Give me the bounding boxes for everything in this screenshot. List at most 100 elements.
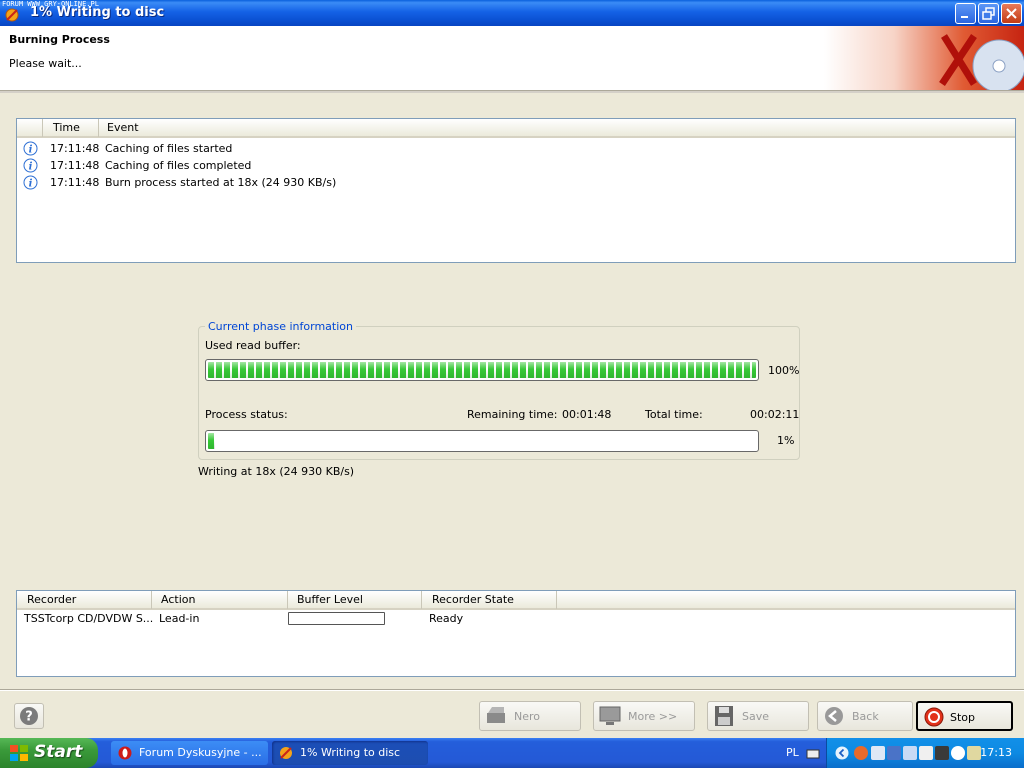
windows-logo-icon <box>10 745 28 761</box>
back-button[interactable]: Back <box>817 701 913 731</box>
nero-app-icon[interactable] <box>4 7 20 23</box>
info-icon: i <box>23 175 38 190</box>
list-item[interactable]: i 17:11:48 Caching of files started <box>17 140 1015 157</box>
start-label: Start <box>34 742 83 762</box>
close-icon <box>1006 8 1017 19</box>
restore-button[interactable] <box>978 3 999 24</box>
event-time: 17:11:48 <box>50 159 100 172</box>
help-button[interactable]: ? <box>14 703 44 729</box>
tray-app-icon[interactable] <box>854 746 868 760</box>
column-recorder-state[interactable]: Recorder State <box>426 591 557 609</box>
stop-button-label: Stop <box>950 711 976 724</box>
tray-info-icon[interactable] <box>951 746 965 760</box>
process-percent: 1% <box>777 434 795 447</box>
list-item[interactable]: i 17:11:48 Burn process started at 18x (… <box>17 174 1015 191</box>
window-title: 1% Writing to disc <box>30 5 165 20</box>
column-action[interactable]: Action <box>155 591 288 609</box>
help-icon: ? <box>20 707 38 725</box>
nero-button[interactable]: Nero <box>479 701 581 731</box>
start-button[interactable]: Start <box>0 738 98 768</box>
system-tray: 17:13 <box>826 738 1024 768</box>
total-time-value: 00:02:11 <box>750 408 800 421</box>
title-bar[interactable]: FORUM WWW.GRY-ONLINE.PL 1% Writing to di… <box>0 0 1024 26</box>
buffer-percent: 100% <box>768 364 800 377</box>
process-status-label: Process status: <box>205 408 288 421</box>
taskbar: Start Forum Dyskusyjne - ... 1% Writing … <box>0 738 1024 768</box>
save-button-label: Save <box>742 710 770 723</box>
speaker-icon[interactable] <box>967 746 981 760</box>
tray-device-icon[interactable] <box>903 746 917 760</box>
wizard-header: Burning Process Please wait... <box>0 26 1024 90</box>
close-button[interactable] <box>1001 3 1022 24</box>
svg-text:i: i <box>29 145 33 156</box>
keyboard-icon[interactable] <box>806 748 820 760</box>
recorder-list-header: Recorder Action Buffer Level Recorder St… <box>17 591 1015 610</box>
opera-icon <box>118 746 132 760</box>
nero-logo <box>824 26 1024 90</box>
column-buffer-level[interactable]: Buffer Level <box>291 591 422 609</box>
recorder-state: Ready <box>429 612 464 625</box>
tray-network-icon[interactable] <box>887 746 901 760</box>
taskbar-item-forum[interactable]: Forum Dyskusyjne - ... <box>111 741 268 765</box>
remaining-time-value: 00:01:48 <box>562 408 612 421</box>
page-title: Burning Process <box>9 33 110 46</box>
more-button[interactable]: More >> <box>593 701 695 731</box>
disc-logo-icon <box>939 34 1024 90</box>
info-icon: i <box>23 141 38 156</box>
save-button[interactable]: Save <box>707 701 809 731</box>
nero-icon <box>487 707 505 723</box>
process-progress <box>205 430 759 452</box>
stop-button[interactable]: Stop <box>916 701 1013 731</box>
nero-icon <box>280 747 292 759</box>
event-time: 17:11:48 <box>50 142 100 155</box>
back-button-label: Back <box>852 710 879 723</box>
more-button-label: More >> <box>628 710 678 723</box>
writing-speed-text: Writing at 18x (24 930 KB/s) <box>198 465 355 478</box>
svg-text:i: i <box>29 162 33 173</box>
column-icon[interactable] <box>17 119 43 137</box>
minimize-icon <box>961 16 968 18</box>
tray-monitor-icon[interactable] <box>919 746 933 760</box>
header-divider <box>0 90 1024 93</box>
info-icon: i <box>23 158 38 173</box>
language-indicator[interactable]: PL <box>786 746 799 759</box>
phase-legend: Current phase information <box>205 320 356 333</box>
buffer-level-bar <box>288 612 385 625</box>
event-log-header: Time Event <box>17 119 1015 138</box>
tray-counter-icon[interactable] <box>935 746 949 760</box>
recorder-action: Lead-in <box>159 612 200 625</box>
column-recorder[interactable]: Recorder <box>21 591 152 609</box>
read-buffer-fill <box>208 362 756 378</box>
list-item[interactable]: i 17:11:48 Caching of files completed <box>17 157 1015 174</box>
footer-divider <box>0 689 1024 691</box>
floppy-disk-icon <box>715 706 733 726</box>
event-text: Caching of files started <box>105 142 233 155</box>
recorder-list[interactable]: Recorder Action Buffer Level Recorder St… <box>16 590 1016 677</box>
event-text: Caching of files completed <box>105 159 252 172</box>
taskbar-item-nero[interactable]: 1% Writing to disc <box>272 741 428 765</box>
event-time: 17:11:48 <box>50 176 100 189</box>
table-row[interactable]: TSSTcorp CD/DVDW S... Lead-in Ready <box>17 610 1015 627</box>
recorder-name: TSSTcorp CD/DVDW S... <box>24 612 154 625</box>
chevron-left-icon[interactable] <box>835 746 849 760</box>
column-time[interactable]: Time <box>47 119 99 137</box>
restore-icon <box>982 7 995 20</box>
back-arrow-icon <box>825 707 843 725</box>
network-icon[interactable] <box>871 746 885 760</box>
svg-text:?: ? <box>25 710 33 725</box>
monitor-icon <box>599 706 621 725</box>
svg-text:i: i <box>29 179 33 190</box>
page-subtitle: Please wait... <box>9 57 82 70</box>
taskbar-item-label: 1% Writing to disc <box>300 746 401 759</box>
event-text: Burn process started at 18x (24 930 KB/s… <box>105 176 337 189</box>
clock[interactable]: 17:13 <box>980 746 1012 759</box>
process-fill <box>208 433 215 449</box>
read-buffer-progress <box>205 359 759 381</box>
nero-button-label: Nero <box>514 710 541 723</box>
buffer-label: Used read buffer: <box>205 339 301 352</box>
total-time-label: Total time: <box>645 408 703 421</box>
minimize-button[interactable] <box>955 3 976 24</box>
event-log-list[interactable]: Time Event i 17:11:48 Caching of files s… <box>16 118 1016 263</box>
column-event[interactable]: Event <box>101 119 1017 137</box>
stop-icon <box>924 707 944 727</box>
